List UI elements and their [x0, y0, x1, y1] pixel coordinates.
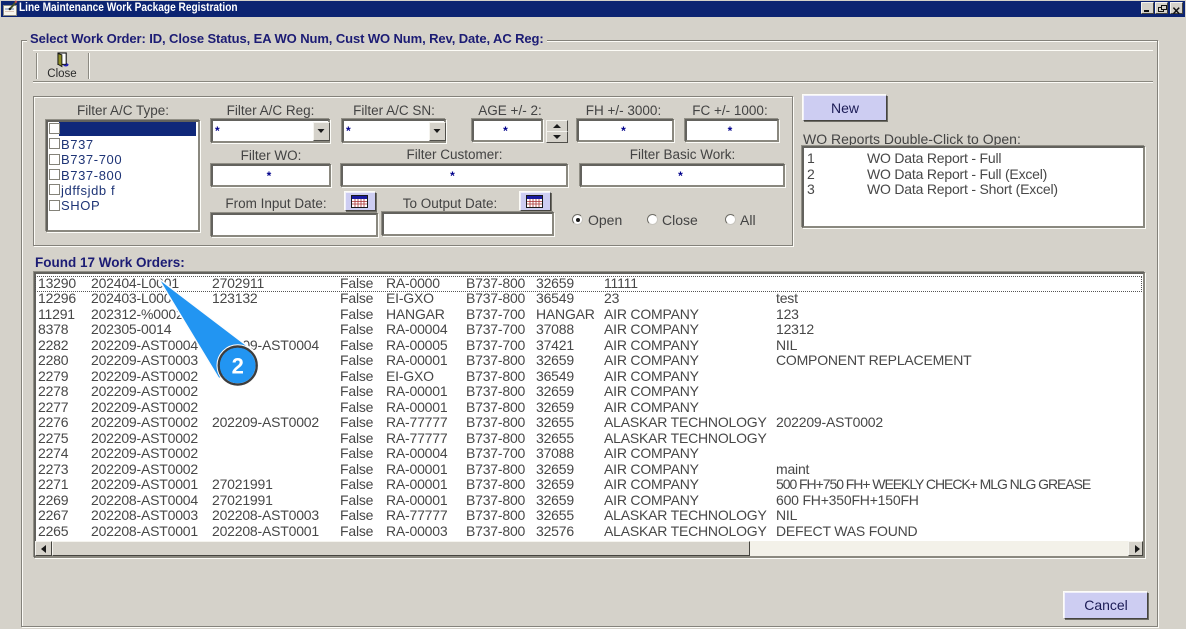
svg-text:2: 2: [232, 354, 244, 379]
